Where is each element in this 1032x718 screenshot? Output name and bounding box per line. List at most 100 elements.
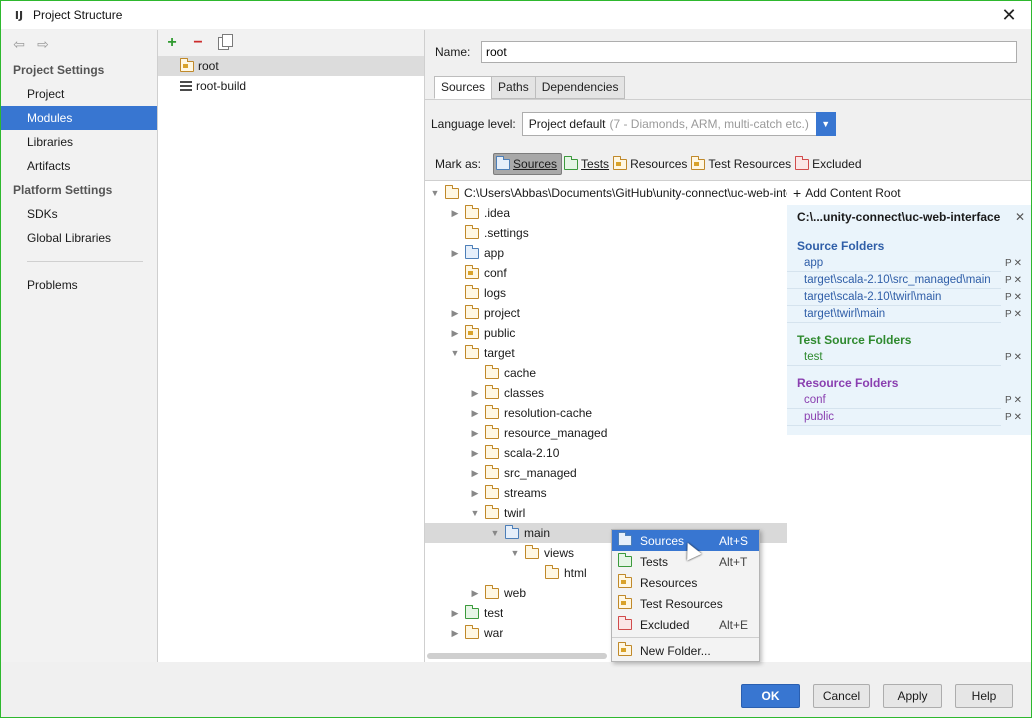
- collapsed-arrow-icon[interactable]: ▶: [449, 248, 461, 259]
- nav-item-global-libraries[interactable]: Global Libraries: [1, 226, 157, 250]
- sources-folder-icon: [496, 155, 511, 170]
- nav-item-modules[interactable]: Modules: [1, 106, 157, 130]
- folder-item-actions: P ✕: [1005, 409, 1031, 426]
- properties-icon[interactable]: P: [1005, 412, 1012, 423]
- collapsed-arrow-icon[interactable]: ▶: [449, 608, 461, 619]
- tree-node-label: web: [504, 586, 527, 600]
- menu-item-excluded[interactable]: Excluded Alt+E: [612, 614, 759, 635]
- back-arrow-icon[interactable]: ⇦: [11, 36, 27, 53]
- tree-node[interactable]: cache: [425, 363, 787, 383]
- collapsed-arrow-icon[interactable]: ▶: [469, 428, 481, 439]
- name-field[interactable]: [481, 41, 1017, 63]
- remove-folder-icon[interactable]: ✕: [1014, 412, 1022, 423]
- nav-item-libraries[interactable]: Libraries: [1, 130, 157, 154]
- apply-button[interactable]: Apply: [883, 684, 942, 708]
- remove-folder-icon[interactable]: ✕: [1014, 275, 1022, 286]
- tree-node[interactable]: ▶ streams: [425, 483, 787, 503]
- properties-icon[interactable]: P: [1005, 292, 1012, 303]
- tree-node[interactable]: ▶ resource_managed: [425, 423, 787, 443]
- collapsed-arrow-icon[interactable]: ▶: [449, 308, 461, 319]
- expanded-arrow-icon[interactable]: ▼: [489, 528, 501, 538]
- content-folder-item: target\scala-2.10\src_managed\main: [787, 272, 1001, 289]
- tree-node[interactable]: ▶ public: [425, 323, 787, 343]
- tree-node[interactable]: conf: [425, 263, 787, 283]
- tree-node-label: src_managed: [504, 466, 577, 480]
- remove-folder-icon[interactable]: ✕: [1014, 258, 1022, 269]
- tree-node-label: main: [524, 526, 551, 540]
- collapsed-arrow-icon[interactable]: ▶: [469, 588, 481, 599]
- collapsed-arrow-icon[interactable]: ▶: [469, 488, 481, 499]
- tree-node[interactable]: ▶ .idea: [425, 203, 787, 223]
- tree-horizontal-scrollbar[interactable]: [427, 653, 607, 659]
- add-icon[interactable]: +: [164, 35, 180, 51]
- nav-item-sdks[interactable]: SDKs: [1, 202, 157, 226]
- module-root-build[interactable]: root-build: [158, 76, 424, 96]
- remove-content-root-icon[interactable]: ✕: [1015, 210, 1025, 224]
- module-root[interactable]: root: [158, 56, 424, 76]
- tree-node[interactable]: ▶ classes: [425, 383, 787, 403]
- help-button[interactable]: Help: [955, 684, 1013, 708]
- nav-item-problems[interactable]: Problems: [1, 273, 157, 297]
- collapsed-arrow-icon[interactable]: ▶: [469, 468, 481, 479]
- mark-tests-button[interactable]: Tests: [562, 153, 611, 175]
- language-level-select[interactable]: Project default (7 - Diamonds, ARM, mult…: [521, 112, 836, 136]
- nav-item-artifacts[interactable]: Artifacts: [1, 154, 157, 178]
- add-content-root-button[interactable]: + Add Content Root: [787, 181, 1031, 205]
- collapsed-arrow-icon[interactable]: ▶: [469, 388, 481, 399]
- cancel-button[interactable]: Cancel: [813, 684, 870, 708]
- remove-folder-icon[interactable]: ✕: [1014, 309, 1022, 320]
- tree-node[interactable]: ▶ scala-2.10: [425, 443, 787, 463]
- collapsed-arrow-icon[interactable]: ▶: [469, 448, 481, 459]
- close-icon[interactable]: ✕: [999, 5, 1019, 25]
- remove-folder-icon[interactable]: ✕: [1014, 292, 1022, 303]
- tree-node[interactable]: logs: [425, 283, 787, 303]
- tree-node[interactable]: ▼ twirl: [425, 503, 787, 523]
- tab-sources[interactable]: Sources: [434, 76, 492, 99]
- menu-item-label: New Folder...: [640, 643, 711, 658]
- content-folder-item: target\scala-2.10\twirl\main: [787, 289, 1001, 306]
- expanded-arrow-icon[interactable]: ▼: [449, 348, 461, 358]
- menu-item-newfolder[interactable]: New Folder...: [612, 640, 759, 661]
- properties-icon[interactable]: P: [1005, 352, 1012, 363]
- tab-dependencies[interactable]: Dependencies: [534, 76, 626, 99]
- expanded-arrow-icon[interactable]: ▼: [469, 508, 481, 518]
- mark-test-resources-button[interactable]: Test Resources: [689, 153, 793, 175]
- module-label: root-build: [196, 79, 247, 93]
- tree-node[interactable]: ▼ C:\Users\Abbas\Documents\GitHub\unity-c…: [425, 183, 787, 203]
- ok-button[interactable]: OK: [741, 684, 800, 708]
- properties-icon[interactable]: P: [1005, 258, 1012, 269]
- remove-icon[interactable]: −: [190, 35, 206, 51]
- mark-sources-button[interactable]: Sources: [493, 153, 563, 175]
- tree-node[interactable]: ▶ project: [425, 303, 787, 323]
- collapsed-arrow-icon[interactable]: ▶: [449, 328, 461, 339]
- collapsed-arrow-icon[interactable]: ▶: [449, 208, 461, 219]
- mark-excluded-button[interactable]: Excluded: [793, 153, 863, 175]
- folder-icon: [505, 524, 519, 539]
- properties-icon[interactable]: P: [1005, 309, 1012, 320]
- tree-node[interactable]: ▶ src_managed: [425, 463, 787, 483]
- collapsed-arrow-icon[interactable]: ▶: [469, 408, 481, 419]
- menu-item-resource[interactable]: Resources: [612, 572, 759, 593]
- tab-paths[interactable]: Paths: [491, 76, 535, 99]
- expanded-arrow-icon[interactable]: ▼: [429, 188, 441, 198]
- properties-icon[interactable]: P: [1005, 275, 1012, 286]
- tree-node-label: scala-2.10: [504, 446, 560, 460]
- forward-arrow-icon[interactable]: ⇨: [35, 36, 51, 53]
- tree-node[interactable]: ▶ resolution-cache: [425, 403, 787, 423]
- collapsed-arrow-icon[interactable]: ▶: [449, 628, 461, 639]
- nav-item-project[interactable]: Project: [1, 82, 157, 106]
- tree-node[interactable]: ▶ app: [425, 243, 787, 263]
- chevron-down-icon[interactable]: ▼: [815, 112, 836, 136]
- tree-node[interactable]: .settings: [425, 223, 787, 243]
- mark-resources-button[interactable]: Resources: [611, 153, 689, 175]
- tree-node-label: project: [484, 306, 521, 320]
- title-bar: IJ Project Structure ✕: [1, 1, 1031, 29]
- tree-node[interactable]: ▼ target: [425, 343, 787, 363]
- copy-icon[interactable]: [218, 33, 233, 50]
- remove-folder-icon[interactable]: ✕: [1014, 352, 1022, 363]
- window-title: Project Structure: [33, 8, 123, 22]
- remove-folder-icon[interactable]: ✕: [1014, 395, 1022, 406]
- menu-item-testres[interactable]: Test Resources: [612, 593, 759, 614]
- properties-icon[interactable]: P: [1005, 395, 1012, 406]
- expanded-arrow-icon[interactable]: ▼: [509, 548, 521, 558]
